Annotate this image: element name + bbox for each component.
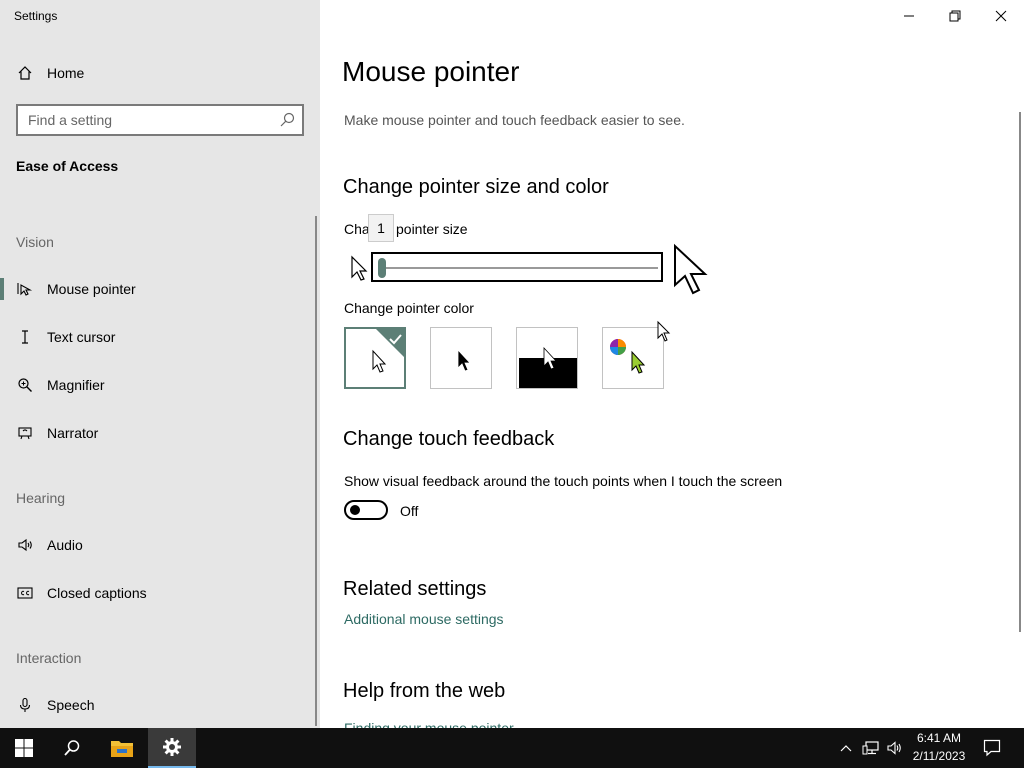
toggle-state-label: Off [400, 503, 419, 519]
restore-button[interactable] [932, 0, 978, 32]
nav-narrator-label: Narrator [47, 425, 99, 441]
mouse-cursor [657, 320, 671, 342]
nav-text-cursor-label: Text cursor [47, 329, 116, 345]
small-pointer-icon [351, 255, 368, 281]
custom-color-pointer-preview [610, 339, 646, 374]
show-hidden-icons-button[interactable] [836, 728, 856, 768]
finding-mouse-pointer-link[interactable]: Finding your mouse pointer [344, 720, 514, 728]
section-hearing: Hearing [16, 490, 66, 506]
pointer-size-slider[interactable] [371, 252, 663, 282]
nav-audio-label: Audio [47, 537, 83, 553]
help-web-heading: Help from the web [343, 680, 506, 702]
network-icon [862, 741, 879, 755]
page-title: Mouse pointer [342, 56, 520, 87]
restore-icon [949, 10, 961, 22]
nav-mouse-pointer-label: Mouse pointer [47, 281, 136, 297]
section-vision: Vision [16, 234, 54, 250]
touch-feedback-heading: Change touch feedback [343, 428, 555, 450]
search-icon [280, 112, 295, 127]
closed-captions-icon [16, 585, 34, 601]
main-scrollbar[interactable] [1019, 112, 1021, 632]
white-pointer-preview [372, 329, 404, 373]
pointer-color-inverted[interactable] [516, 327, 578, 389]
network-button[interactable] [860, 728, 882, 768]
mouse-pointer-icon [16, 281, 34, 297]
pointer-color-white[interactable] [344, 327, 406, 389]
section-interaction: Interaction [16, 650, 82, 666]
magnifier-icon [16, 377, 34, 393]
minimize-icon [904, 15, 914, 17]
nav-narrator[interactable]: Narrator [0, 413, 320, 453]
minimize-button[interactable] [886, 0, 932, 32]
speaker-icon [16, 537, 34, 553]
nav-home[interactable]: Home [0, 53, 320, 93]
help-link-clip: Finding your mouse pointer [344, 712, 644, 728]
touch-feedback-toggle[interactable] [344, 500, 388, 520]
search-input[interactable]: Find a setting [16, 104, 304, 136]
narrator-icon [16, 425, 34, 441]
volume-icon [887, 741, 901, 755]
windows-start-icon [15, 739, 33, 757]
touch-feedback-label: Show visual feedback around the touch po… [344, 473, 783, 489]
text-cursor-icon [16, 329, 34, 345]
pointer-color-black[interactable] [430, 327, 492, 389]
file-explorer-button[interactable] [98, 728, 146, 768]
file-explorer-icon [111, 741, 133, 757]
nav-speech-label: Speech [47, 697, 95, 713]
nav-home-label: Home [47, 65, 85, 81]
size-label-end: pointer size [396, 221, 468, 237]
large-pointer-icon [674, 243, 708, 295]
additional-mouse-settings-link[interactable]: Additional mouse settings [344, 611, 504, 627]
sidebar-scrollbar[interactable] [315, 216, 317, 726]
nav-text-cursor[interactable]: Text cursor [0, 317, 320, 357]
related-settings-heading: Related settings [343, 578, 487, 600]
nav-magnifier-label: Magnifier [47, 377, 105, 393]
page-subtitle: Make mouse pointer and touch feedback ea… [344, 112, 685, 128]
start-button[interactable] [0, 728, 48, 768]
search-icon [64, 740, 80, 756]
nav-closed-captions[interactable]: Closed captions [0, 573, 320, 613]
slider-track [381, 267, 658, 269]
settings-icon [163, 738, 181, 756]
size-label-start: Cha [344, 221, 370, 237]
nav-magnifier[interactable]: Magnifier [0, 365, 320, 405]
inverted-pointer-preview [519, 346, 577, 388]
chevron-up-icon [840, 745, 852, 752]
search-placeholder: Find a setting [28, 112, 113, 128]
nav-audio[interactable]: Audio [0, 525, 320, 565]
nav-speech[interactable]: Speech [0, 685, 320, 725]
notification-icon [983, 739, 1001, 757]
taskbar-search-button[interactable] [48, 728, 96, 768]
microphone-icon [16, 697, 34, 713]
settings-taskbar-button[interactable] [148, 728, 196, 768]
home-icon [16, 65, 34, 81]
category-title: Ease of Access [16, 158, 119, 174]
nav-closed-captions-label: Closed captions [47, 585, 147, 601]
app-title: Settings [14, 9, 58, 23]
volume-button[interactable] [884, 728, 906, 768]
action-center-button[interactable] [976, 728, 1008, 768]
black-pointer-preview [457, 348, 471, 372]
clock-date[interactable]: 2/11/2023 [910, 749, 968, 763]
color-label: Change pointer color [344, 300, 474, 316]
close-button[interactable] [978, 0, 1024, 32]
clock-time[interactable]: 6:41 AM [914, 731, 964, 745]
size-value-tooltip: 1 [368, 214, 394, 242]
slider-thumb[interactable] [378, 258, 386, 278]
nav-mouse-pointer[interactable]: Mouse pointer [0, 269, 320, 309]
pointer-color-custom[interactable] [602, 327, 664, 389]
toggle-knob [350, 505, 360, 515]
close-icon [995, 10, 1007, 22]
size-color-heading: Change pointer size and color [343, 176, 609, 198]
taskbar: 6:41 AM 2/11/2023 [0, 728, 1024, 768]
